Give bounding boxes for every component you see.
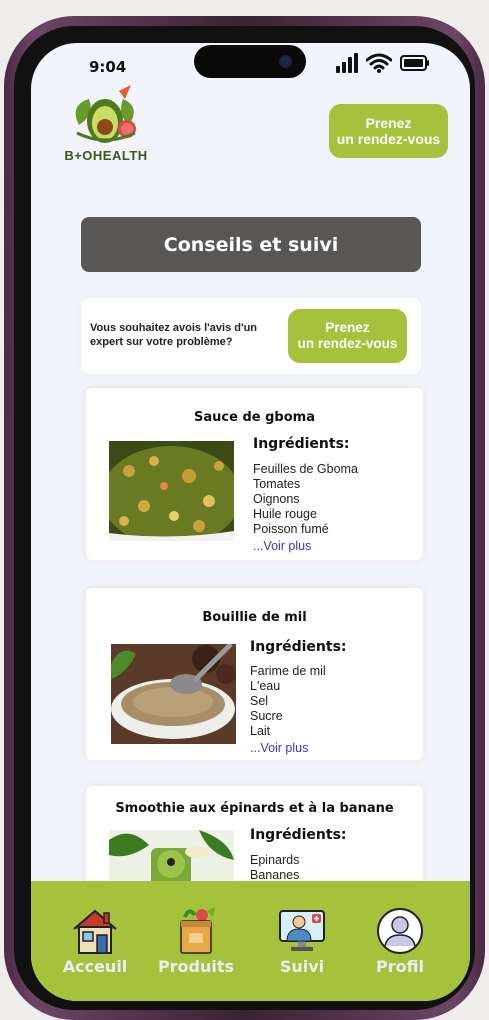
ingredient-item: Poisson fumé [253, 522, 329, 536]
ingredient-item: Epinards [250, 853, 300, 867]
appointment-button-line2: un rendez-vous [336, 131, 441, 147]
camera-icon [279, 55, 292, 68]
nav-item-profil[interactable]: Profil [355, 907, 445, 976]
ingredient-item: Farime de mil [250, 664, 326, 678]
advice-card: Vous souhaitez avois l'avis d'un expert … [81, 298, 421, 374]
nav-label: Suivi [279, 957, 325, 976]
nav-item-suivi[interactable]: Suivi [257, 907, 347, 976]
dynamic-island [194, 45, 306, 78]
appointment-button-line2: un rendez-vous [297, 336, 398, 351]
ingredients-label: Ingrédients: [250, 639, 347, 655]
signal-icon [336, 53, 358, 73]
advice-text: Vous souhaitez avois l'avis d'un expert … [90, 322, 258, 349]
ingredients-label: Ingrédients: [250, 827, 347, 843]
grocery-bag-icon [180, 907, 215, 954]
phone-mute-button [4, 174, 10, 214]
recipe-title: Bouillie de mil [202, 610, 307, 625]
ingredients-label: Ingrédients: [253, 436, 350, 452]
ingredient-item: Feuilles de Gboma [253, 462, 358, 476]
appointment-button-advice[interactable]: Prenez un rendez-vous [288, 309, 407, 363]
ingredients-list: Farime de mil L'eau Sel Sucre Lait [250, 664, 326, 739]
wifi-icon [366, 53, 392, 73]
ingredient-item: Lait [250, 724, 271, 738]
recipe-image-gboma [109, 441, 234, 541]
recipe-title: Smoothie aux épinards et à la banane [115, 801, 394, 816]
bottom-nav: Acceuil Produits Suivi Profil [31, 881, 470, 1001]
house-icon [73, 909, 117, 954]
nav-label: Produits [157, 957, 235, 976]
section-title: Conseils et suivi [81, 217, 421, 272]
logo-avocado-icon [75, 85, 136, 143]
recipe-card[interactable]: Sauce de gboma Ingrédients: Feuilles de … [86, 388, 423, 560]
appointment-button-header[interactable]: Prenez un rendez-vous [329, 104, 448, 158]
recipe-title: Sauce de gboma [194, 410, 315, 425]
nav-label: Acceuil [62, 957, 128, 976]
nav-item-produits[interactable]: Produits [151, 907, 241, 976]
nav-label: Profil [376, 957, 424, 976]
ingredient-item: L'eau [250, 679, 281, 693]
recipe-image-bouillie [111, 644, 236, 744]
phone-volume-down-button [4, 346, 10, 416]
doctor-screen-icon [279, 910, 325, 951]
see-more-link[interactable]: ...Voir plus [253, 539, 311, 553]
biohealth-logo[interactable]: B+OHEALTH [59, 85, 153, 163]
logo-text: B+OHEALTH [64, 148, 148, 163]
ingredients-list: Feuilles de Gboma Tomates Oignons Huile … [253, 462, 358, 537]
see-more-link[interactable]: ...Voir plus [250, 741, 308, 755]
appointment-button-line1: Prenez [325, 320, 370, 336]
app-screen: 9:04 B+OHEALTH Prenez un rendez-vous Con… [31, 43, 470, 1001]
ingredients-list: Epinards Bananes [250, 853, 299, 883]
phone-volume-up-button [4, 246, 10, 316]
status-icons [336, 52, 430, 74]
ingredient-item: Sucre [250, 709, 283, 723]
appointment-button-line1: Prenez [365, 114, 412, 131]
nav-item-acceuil[interactable]: Acceuil [50, 907, 140, 976]
battery-icon [400, 55, 429, 71]
user-icon [377, 908, 423, 954]
ingredient-item: Tomates [253, 477, 301, 491]
ingredient-item: Oignons [253, 492, 300, 506]
recipe-card[interactable]: Bouillie de mil Ingrédients: Farime de m… [86, 588, 423, 760]
status-time: 9:04 [89, 58, 127, 76]
ingredient-item: Huile rouge [253, 507, 317, 521]
ingredient-item: Sel [250, 694, 269, 708]
